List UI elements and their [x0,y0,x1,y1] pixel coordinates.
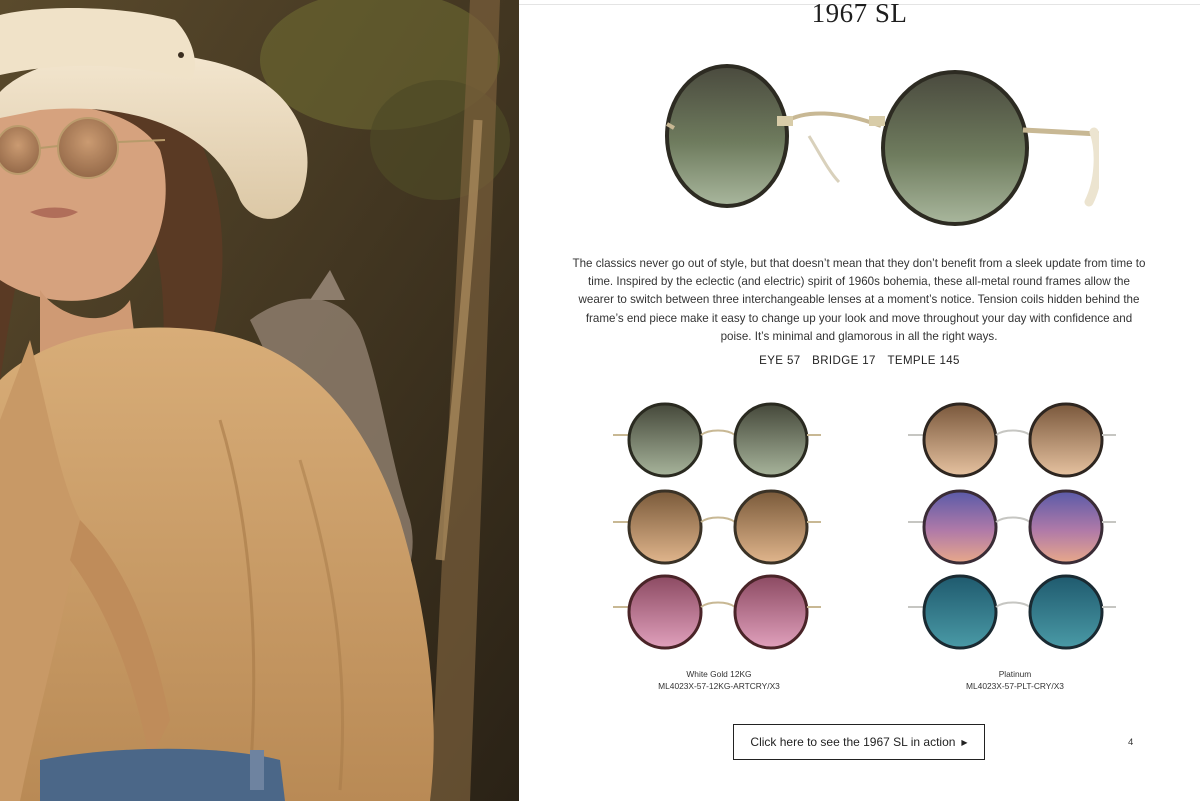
variant-caption-platinum: Platinum ML4023X-57-PLT-CRY/X3 [925,668,1105,692]
hero-sunglasses-image [665,64,1099,226]
sunglasses-green-gradient [613,402,821,478]
spec-eye: EYE 57 [759,355,801,367]
spec-temple: TEMPLE 145 [887,355,960,367]
page-number: 4 [1128,737,1134,748]
variant-gold-lens-set [613,402,821,650]
model-illustration [0,0,519,801]
sunglasses-teal-blue [908,574,1116,650]
sunglasses-rose [613,574,821,650]
spec-bridge: BRIDGE 17 [812,355,876,367]
variant-sku: ML4023X-57-PLT-CRY/X3 [966,681,1064,691]
play-arrow-icon: ▶ [961,737,968,747]
sunglasses-purple-sunset-gradient [908,489,1116,565]
variant-finish: Platinum [998,669,1032,679]
lifestyle-photo [0,0,519,801]
variant-finish: White Gold 12KG [686,669,752,679]
sunglasses-brown-gradient [613,489,821,565]
catalog-page: 1967 SL The classics never go out of sty… [519,0,1200,801]
variant-caption-gold: White Gold 12KG ML4023X-57-12KG-ARTCRY/X… [629,668,809,692]
variant-sku: ML4023X-57-12KG-ARTCRY/X3 [658,681,780,691]
cta-label: Click here to see the 1967 SL in action [750,735,956,749]
variant-platinum-lens-set [908,402,1116,650]
sunglasses-brown-gradient [908,402,1116,478]
product-title: 1967 SL [811,0,908,28]
product-description: The classics never go out of style, but … [572,257,1146,343]
see-in-action-button[interactable]: Click here to see the 1967 SL in action … [733,724,985,760]
product-specs: EYE 57 BRIDGE 17 TEMPLE 145 [519,355,1200,367]
